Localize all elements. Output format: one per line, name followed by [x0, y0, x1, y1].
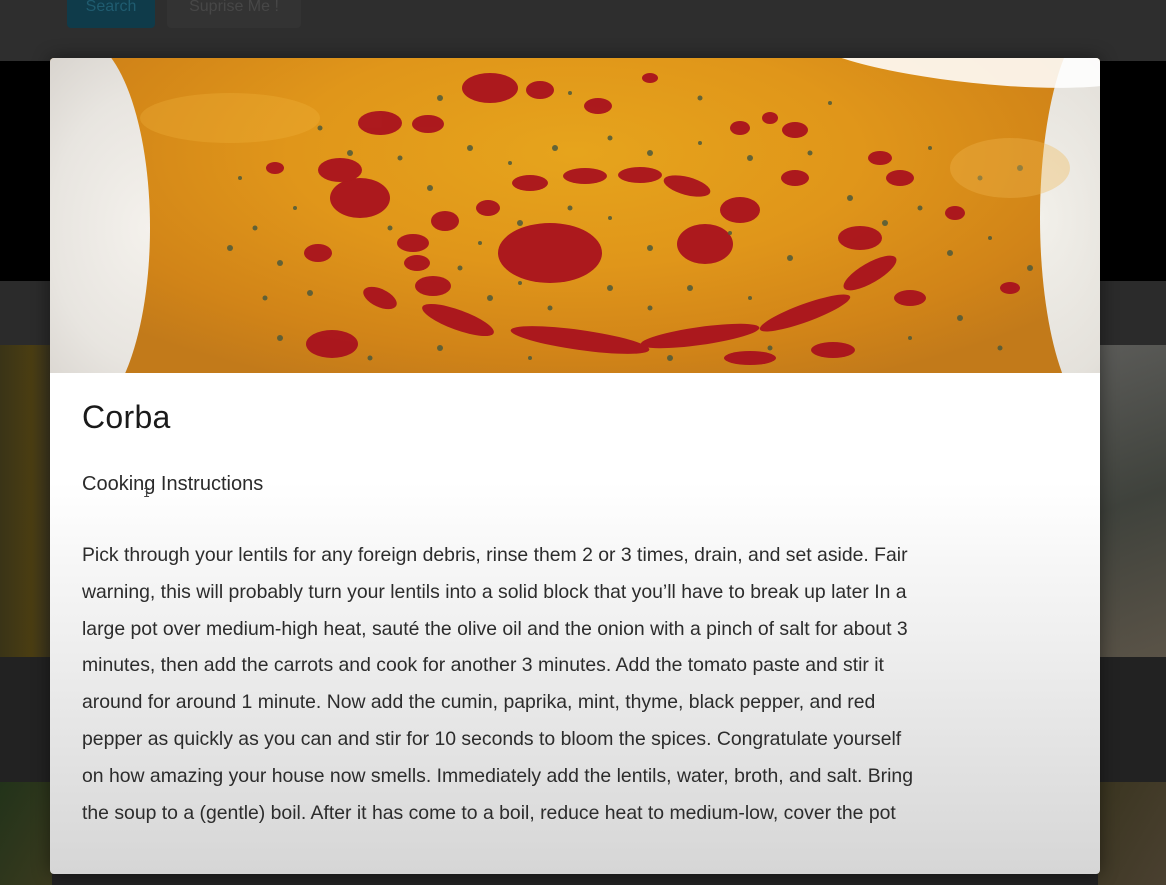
cooking-instructions-text: Pick through your lentils for any foreig… — [82, 544, 913, 824]
background-meal-card[interactable] — [1098, 782, 1166, 885]
soup-garnish-illustration — [140, 73, 1070, 365]
recipe-title: Corba — [82, 399, 171, 435]
recipe-details: Corba Cooking Instructions Pick through … — [50, 373, 1100, 874]
background-meal-card[interactable] — [0, 782, 52, 885]
recipe-modal: Corba Cooking Instructions Pick through … — [50, 58, 1100, 874]
search-button[interactable]: Search — [67, 0, 155, 28]
surprise-me-button[interactable]: Suprise Me ! — [167, 0, 301, 28]
recipe-image — [50, 58, 1100, 373]
cooking-instructions-heading: Cooking Instructions — [82, 473, 264, 495]
background-meal-card[interactable] — [0, 345, 52, 657]
text-cursor-icon: I — [143, 486, 151, 500]
background-meal-card[interactable] — [1098, 345, 1166, 657]
